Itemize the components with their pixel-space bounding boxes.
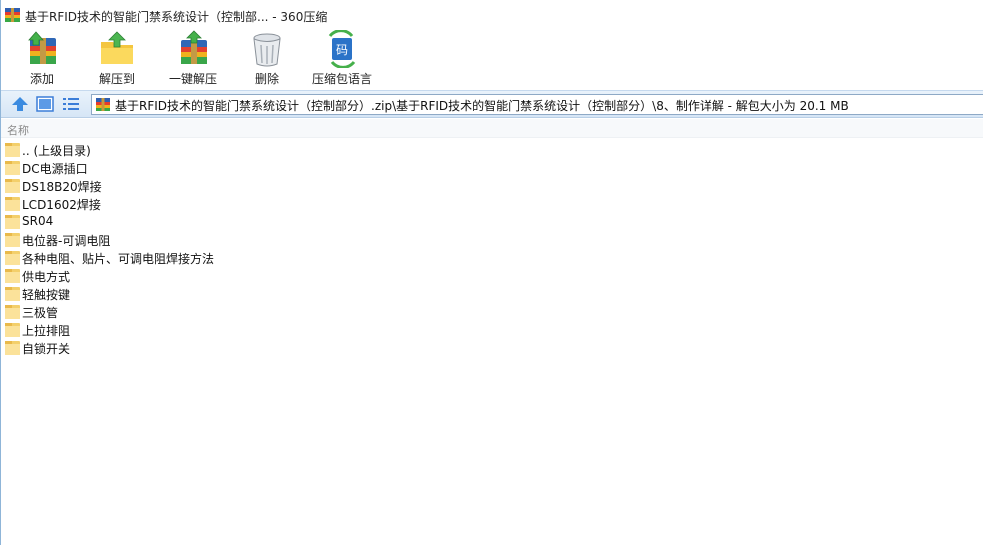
list-item[interactable]: DC电源插口 <box>1 159 983 177</box>
up-arrow-icon[interactable] <box>11 96 29 112</box>
item-name: 自锁开关 <box>22 342 71 356</box>
folder-icon <box>5 251 20 265</box>
list-view-icon[interactable] <box>62 96 80 112</box>
one-click-extract-icon <box>181 30 207 64</box>
list-item[interactable]: DS18B20焊接 <box>1 177 983 195</box>
list-item-parent-directory[interactable]: .. (上级目录) <box>1 141 983 159</box>
item-name: 电位器-可调电阻 <box>22 234 111 248</box>
extract-to-button[interactable]: 解压到 <box>95 30 139 88</box>
delete-button[interactable]: 删除 <box>251 30 283 88</box>
column-name-label: 名称 <box>7 124 29 137</box>
folder-icon <box>5 143 20 157</box>
navigation-bar: 基于RFID技术的智能门禁系统设计（控制部分）.zip\基于RFID技术的智能门… <box>1 90 983 118</box>
item-name: 供电方式 <box>22 270 71 284</box>
item-name: .. (上级目录) <box>22 144 91 158</box>
one-click-extract-label: 一键解压 <box>168 72 217 86</box>
extract-to-icon <box>101 31 133 64</box>
list-item[interactable]: 供电方式 <box>1 267 983 285</box>
delete-label: 删除 <box>254 72 279 86</box>
address-bar[interactable]: 基于RFID技术的智能门禁系统设计（控制部分）.zip\基于RFID技术的智能门… <box>91 94 983 115</box>
large-icon-view-icon[interactable] <box>36 96 54 112</box>
item-name: SR04 <box>22 214 54 228</box>
item-name: 轻触按键 <box>22 288 71 302</box>
list-item[interactable]: 上拉排阻 <box>1 321 983 339</box>
archive-language-button[interactable]: 码 压缩包语言 <box>309 30 375 88</box>
list-item[interactable]: SR04 <box>1 213 983 231</box>
trash-icon <box>253 33 281 67</box>
folder-icon <box>5 305 20 319</box>
list-item[interactable]: 轻触按键 <box>1 285 983 303</box>
archive-language-label: 压缩包语言 <box>311 72 372 86</box>
archive-window: 基于RFID技术的智能门禁系统设计（控制部... - 360压缩 添加 解压到 <box>0 0 983 545</box>
add-archive-icon <box>28 31 56 64</box>
archive-language-icon: 码 <box>328 30 356 68</box>
list-item[interactable]: 三极管 <box>1 303 983 321</box>
add-button[interactable]: 添加 <box>21 30 63 88</box>
svg-text:码: 码 <box>336 43 348 57</box>
window-title: 基于RFID技术的智能门禁系统设计（控制部... - 360压缩 <box>25 10 328 24</box>
item-name: 各种电阻、贴片、可调电阻焊接方法 <box>22 252 215 266</box>
item-name: LCD1602焊接 <box>22 198 101 212</box>
folder-icon <box>5 341 20 355</box>
add-label: 添加 <box>29 72 54 86</box>
list-item[interactable]: 自锁开关 <box>1 339 983 357</box>
archive-icon <box>96 98 110 111</box>
list-item[interactable]: LCD1602焊接 <box>1 195 983 213</box>
list-item[interactable]: 各种电阻、贴片、可调电阻焊接方法 <box>1 249 983 267</box>
item-name: 三极管 <box>22 306 59 320</box>
item-name: DC电源插口 <box>22 162 88 176</box>
extract-to-label: 解压到 <box>98 72 135 86</box>
file-list: 名称 .. (上级目录) DC电源插口 DS18B20焊接 LCD1602焊接 … <box>1 119 983 545</box>
one-click-extract-button[interactable]: 一键解压 <box>167 30 219 88</box>
app-icon <box>5 8 20 22</box>
column-header-name[interactable]: 名称 <box>1 119 983 138</box>
folder-icon <box>5 269 20 283</box>
toolbar: 添加 解压到 一键解压 删除 码 压缩包语言 <box>1 30 983 90</box>
folder-icon <box>5 287 20 301</box>
item-name: DS18B20焊接 <box>22 180 102 194</box>
title-bar: 基于RFID技术的智能门禁系统设计（控制部... - 360压缩 <box>1 0 983 30</box>
folder-icon <box>5 233 20 247</box>
folder-icon <box>5 161 20 175</box>
folder-icon <box>5 215 20 229</box>
folder-icon <box>5 197 20 211</box>
file-rows: .. (上级目录) DC电源插口 DS18B20焊接 LCD1602焊接 SR0… <box>1 141 983 357</box>
folder-icon <box>5 323 20 337</box>
item-name: 上拉排阻 <box>22 324 71 338</box>
address-path: 基于RFID技术的智能门禁系统设计（控制部分）.zip\基于RFID技术的智能门… <box>115 99 849 113</box>
list-item[interactable]: 电位器-可调电阻 <box>1 231 983 249</box>
folder-icon <box>5 179 20 193</box>
